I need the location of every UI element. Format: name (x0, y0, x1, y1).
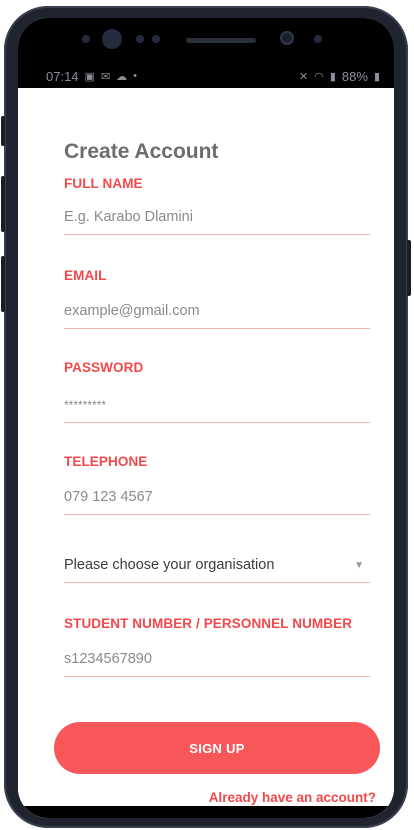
device-screen: 07:14 ▣ ✉ ☁ • ✕ ◠ ▮ 88% ▮ Create Account… (18, 18, 394, 818)
password-placeholder: ********* (64, 398, 107, 412)
front-camera-icon (102, 29, 122, 49)
email-input[interactable]: example@gmail.com (64, 294, 370, 329)
battery-percent: 88% (341, 68, 368, 84)
student-number-input[interactable]: s1234567890 (64, 642, 370, 677)
earpiece-speaker (186, 38, 256, 43)
create-account-form: Create Account FULL NAME E.g. Karabo Dla… (18, 88, 394, 818)
sensor-dot-icon (314, 35, 322, 43)
full-name-placeholder: E.g. Karabo Dlamini (64, 209, 193, 225)
top-bezel (18, 18, 394, 64)
telephone-input[interactable]: 079 123 4567 (64, 480, 370, 515)
password-label: PASSWORD (64, 360, 144, 375)
student-number-label: STUDENT NUMBER / PERSONNEL NUMBER (64, 616, 353, 631)
email-placeholder: example@gmail.com (64, 303, 200, 319)
page-title: Create Account (64, 140, 219, 163)
signal-icon: ▮ (329, 70, 336, 83)
full-name-label: FULL NAME (64, 176, 143, 191)
mute-icon: ✕ (299, 70, 309, 83)
telephone-placeholder: 079 123 4567 (64, 489, 153, 505)
password-input[interactable]: ********* (64, 388, 370, 423)
side-button-left-mid (1, 176, 5, 232)
sensor-dot-icon (82, 35, 90, 43)
side-button-left-top (1, 116, 5, 146)
proximity-sensor-icon (280, 31, 294, 45)
status-time: 07:14 (46, 68, 79, 84)
student-number-placeholder: s1234567890 (64, 651, 152, 667)
sensor-dot-icon (152, 35, 160, 43)
dropdown-arrow-icon: ▼ (354, 559, 364, 571)
side-button-right (407, 240, 411, 296)
status-left: 07:14 ▣ ✉ ☁ • (46, 69, 137, 84)
sign-up-button[interactable]: SIGN UP (54, 722, 380, 774)
status-right: ✕ ◠ ▮ 88% ▮ (299, 69, 380, 84)
dot-icon: • (133, 70, 138, 82)
wifi-icon: ◠ (314, 70, 324, 83)
cloud-icon: ☁ (116, 70, 128, 83)
sensor-dot-icon (136, 35, 144, 43)
battery-icon: ▮ (373, 70, 380, 83)
mail-icon: ✉ (100, 70, 111, 83)
side-button-left-bottom (1, 256, 5, 312)
image-icon: ▣ (84, 70, 95, 83)
phone-frame: 07:14 ▣ ✉ ☁ • ✕ ◠ ▮ 88% ▮ Create Account… (1, 6, 411, 828)
organisation-placeholder: Please choose your organisation (64, 557, 275, 573)
full-name-input[interactable]: E.g. Karabo Dlamini (64, 200, 370, 235)
organisation-select[interactable]: Please choose your organisation ▼ (64, 548, 370, 583)
bottom-bezel (18, 806, 394, 818)
already-have-account-link[interactable]: Already have an account? (209, 790, 376, 805)
status-bar: 07:14 ▣ ✉ ☁ • ✕ ◠ ▮ 88% ▮ (18, 64, 394, 88)
email-label: EMAIL (64, 268, 107, 283)
telephone-label: TELEPHONE (64, 454, 148, 469)
